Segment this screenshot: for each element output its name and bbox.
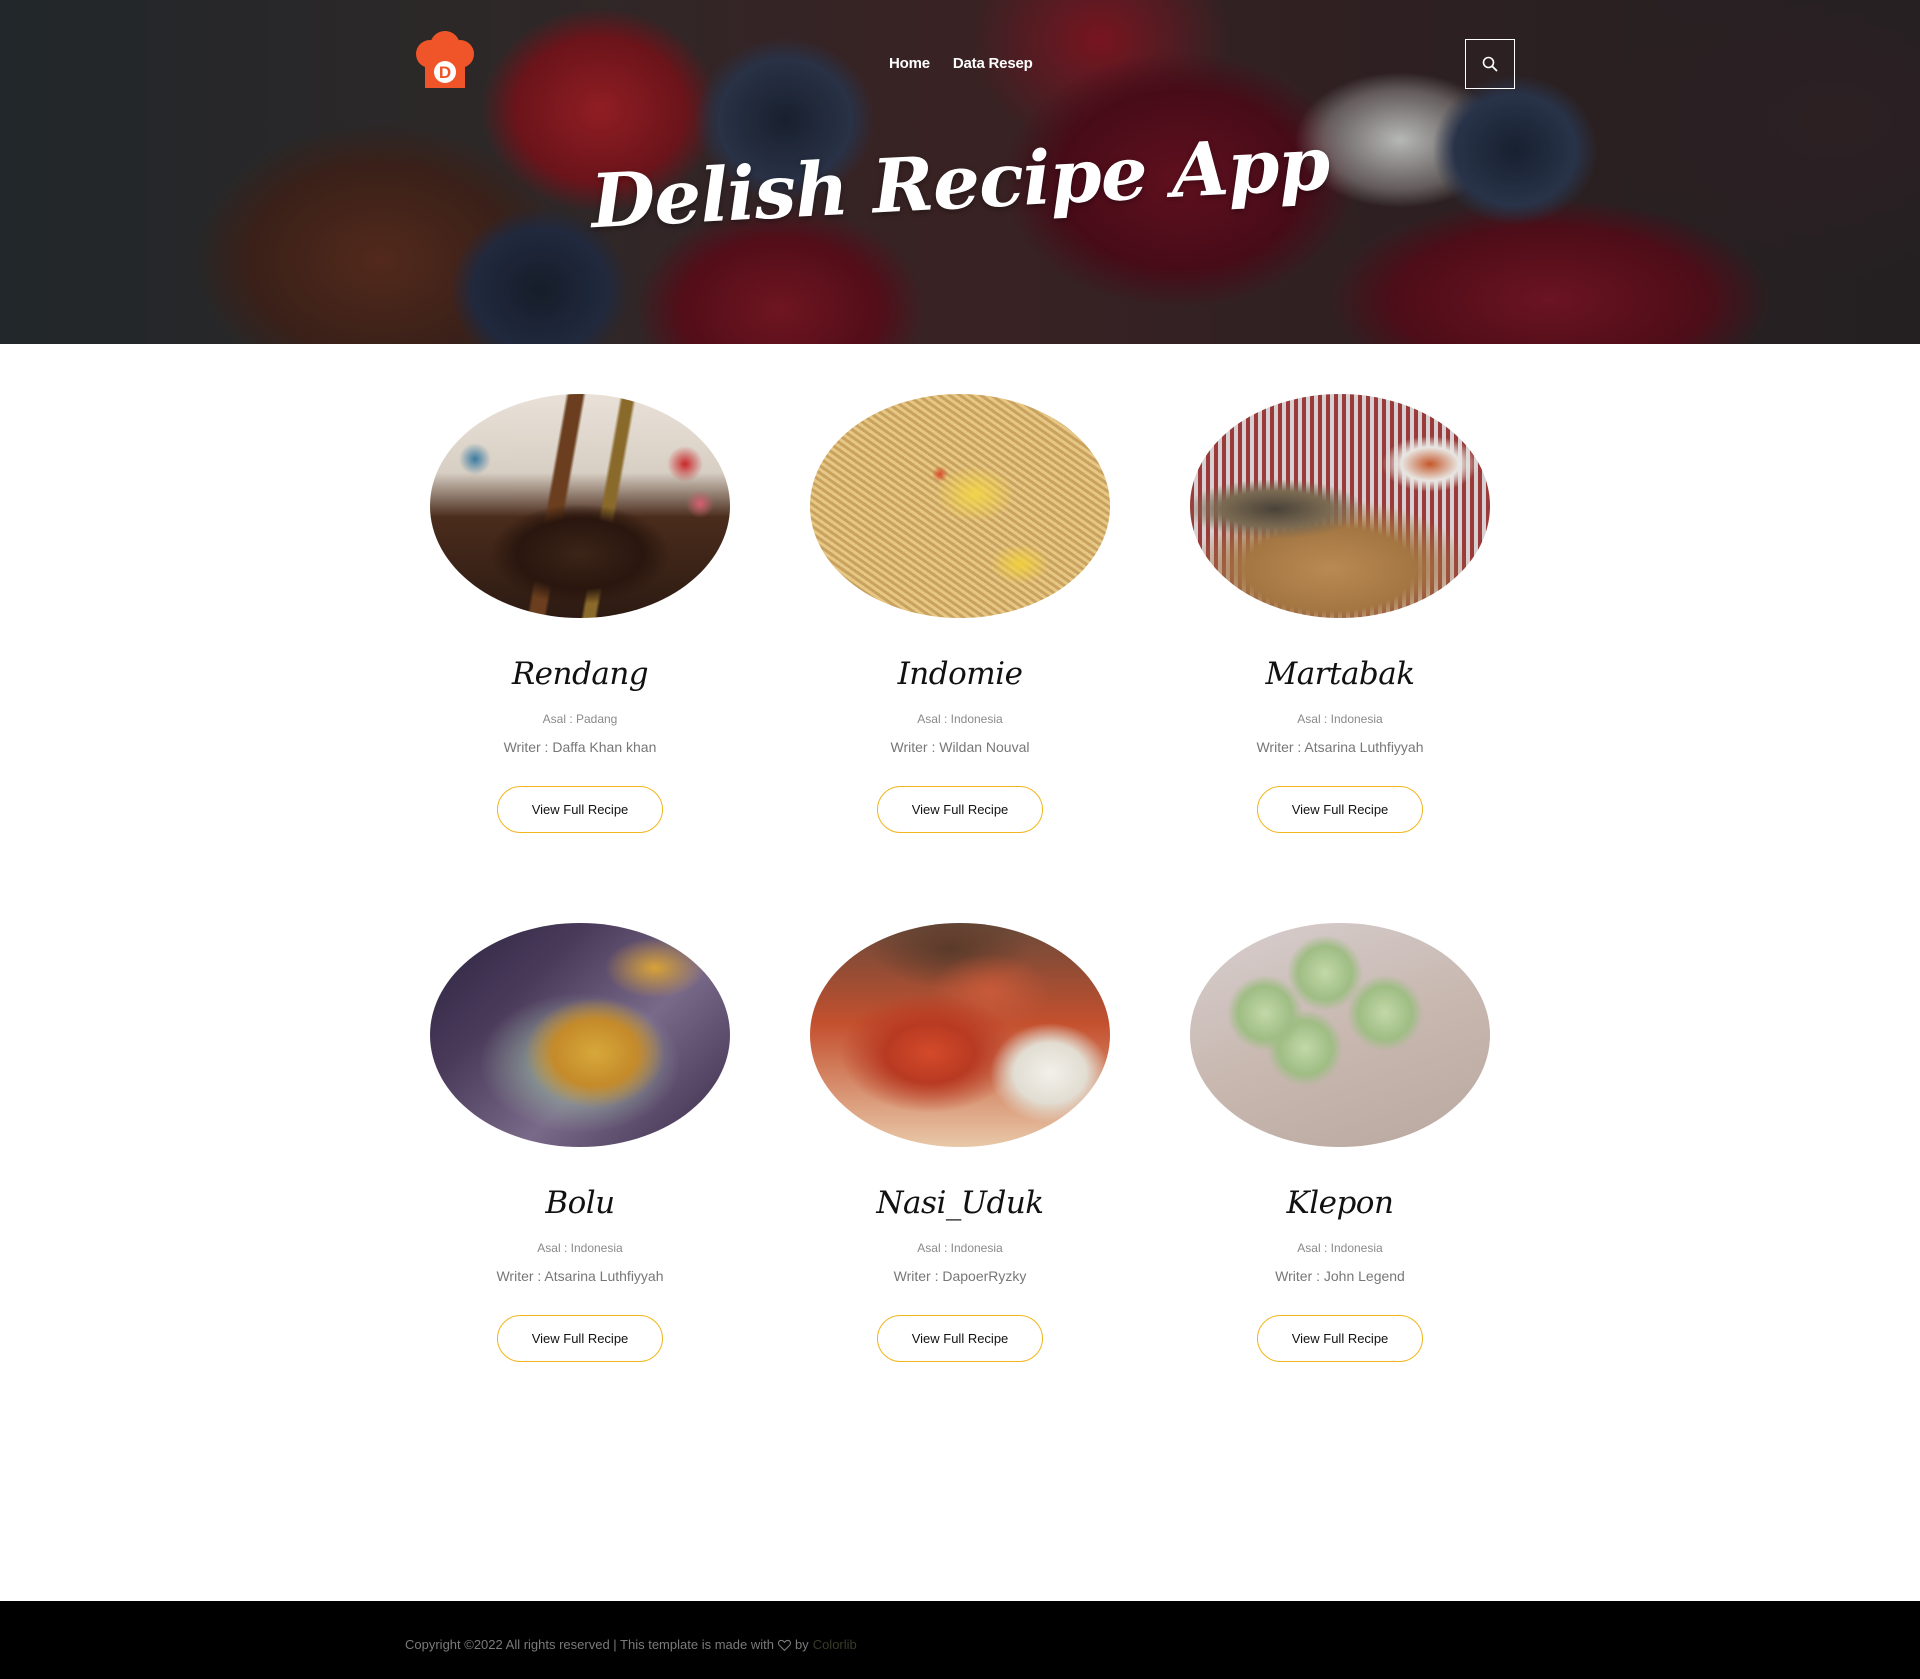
recipe-title: Bolu	[545, 1185, 615, 1221]
dish-image-nasi-uduk[interactable]	[810, 923, 1110, 1147]
recipe-card-nasi-uduk: Nasi_Uduk Asal : Indonesia Writer : Dapo…	[810, 923, 1110, 1362]
recipe-origin: Asal : Padang	[542, 712, 618, 726]
footer-copyright-text: Copyright ©2022 All rights reserved | Th…	[405, 1637, 774, 1652]
nav-home[interactable]: Home	[889, 55, 930, 72]
search-button[interactable]	[1465, 39, 1515, 89]
recipe-origin: Asal : Indonesia	[1297, 1241, 1383, 1255]
view-full-recipe-button[interactable]: View Full Recipe	[877, 786, 1043, 833]
recipe-card-indomie: Indomie Asal : Indonesia Writer : Wildan…	[810, 394, 1110, 833]
dish-image-rendang[interactable]	[430, 394, 730, 618]
recipe-title: Rendang	[511, 656, 649, 692]
dish-image-martabak[interactable]	[1190, 394, 1490, 618]
nav-data-resep[interactable]: Data Resep	[953, 55, 1033, 72]
recipe-title: Nasi_Uduk	[876, 1185, 1044, 1221]
recipe-writer: Writer : Daffa Khan khan	[503, 739, 657, 755]
recipe-origin: Asal : Indonesia	[917, 1241, 1003, 1255]
recipe-card-rendang: Rendang Asal : Padang Writer : Daffa Kha…	[430, 394, 730, 833]
recipe-origin: Asal : Indonesia	[917, 712, 1003, 726]
recipe-card-bolu: Bolu Asal : Indonesia Writer : Atsarina …	[430, 923, 730, 1362]
recipe-title: Klepon	[1286, 1185, 1394, 1221]
page-title: Delish Recipe App	[588, 120, 1332, 246]
dish-image-bolu[interactable]	[430, 923, 730, 1147]
recipe-card-martabak: Martabak Asal : Indonesia Writer : Atsar…	[1190, 394, 1490, 833]
footer-copyright: Copyright ©2022 All rights reserved | Th…	[405, 1637, 857, 1652]
recipe-writer: Writer : Wildan Nouval	[890, 739, 1030, 755]
view-full-recipe-button[interactable]: View Full Recipe	[497, 786, 663, 833]
recipe-title: Indomie	[897, 656, 1023, 692]
recipe-origin: Asal : Indonesia	[1297, 712, 1383, 726]
recipe-origin: Asal : Indonesia	[537, 1241, 623, 1255]
heart-icon	[777, 1639, 791, 1651]
main-nav: Home Data Resep	[889, 55, 1033, 72]
view-full-recipe-button[interactable]: View Full Recipe	[1257, 1315, 1423, 1362]
view-full-recipe-button[interactable]: View Full Recipe	[1257, 786, 1423, 833]
svg-text:D: D	[439, 63, 451, 82]
footer-by-text: by	[794, 1637, 809, 1652]
search-icon	[1482, 56, 1498, 72]
recipe-writer: Writer : DapoerRyzky	[893, 1268, 1027, 1284]
footer: Copyright ©2022 All rights reserved | Th…	[0, 1601, 1920, 1679]
recipe-writer: Writer : Atsarina Luthfiyyah	[496, 1268, 664, 1284]
hero-banner: D Home Data Resep Delish Recipe App	[0, 0, 1920, 344]
recipe-writer: Writer : Atsarina Luthfiyyah	[1256, 739, 1424, 755]
dish-image-klepon[interactable]	[1190, 923, 1490, 1147]
recipe-title: Martabak	[1265, 656, 1415, 692]
view-full-recipe-button[interactable]: View Full Recipe	[877, 1315, 1043, 1362]
view-full-recipe-button[interactable]: View Full Recipe	[497, 1315, 663, 1362]
recipe-card-klepon: Klepon Asal : Indonesia Writer : John Le…	[1190, 923, 1490, 1362]
recipe-writer: Writer : John Legend	[1275, 1268, 1405, 1284]
colorlib-link[interactable]: Colorlib	[813, 1637, 857, 1652]
logo-chef-hat-icon[interactable]: D	[412, 30, 478, 96]
dish-image-indomie[interactable]	[810, 394, 1110, 618]
